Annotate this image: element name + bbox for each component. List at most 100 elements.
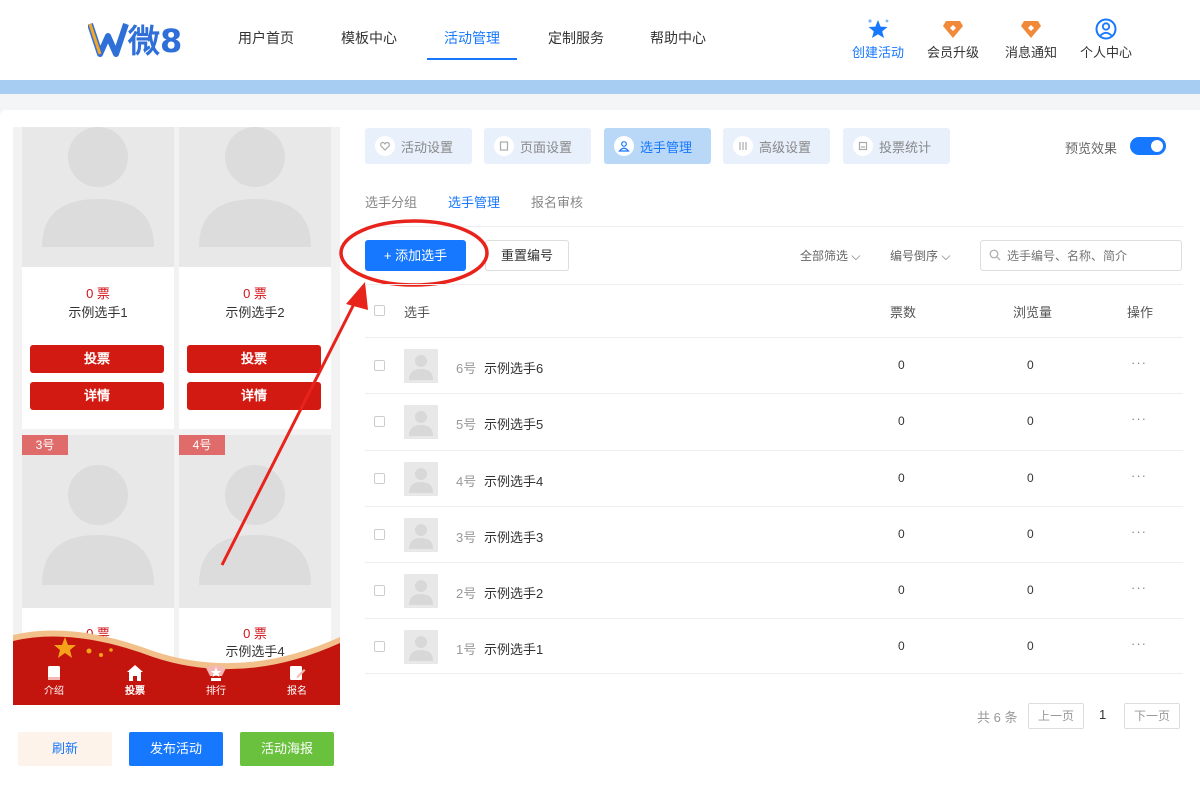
footer-tab-intro[interactable]: 介绍 — [24, 664, 84, 697]
nav-help-center[interactable]: 帮助中心 — [650, 28, 706, 48]
sort-order-label: 编号倒序 — [890, 249, 939, 263]
vote-button[interactable]: 投票 — [30, 345, 164, 373]
filter-all-dropdown[interactable]: 全部筛选 ⌵ — [800, 247, 860, 264]
player-number: 3号 — [456, 530, 477, 545]
subtab-player-management[interactable]: 选手管理 — [448, 192, 500, 211]
personal-center-button[interactable]: 个人中心 — [1071, 18, 1141, 61]
vote-count: 0 票 — [86, 286, 110, 301]
create-activity-button[interactable]: 创建活动 — [843, 18, 913, 61]
highlight-circle-annotation — [339, 219, 489, 287]
player-number: 2号 — [456, 586, 477, 601]
table-row: 2号 示例选手2 0 0 ··· — [365, 562, 1183, 618]
person-silhouette-icon — [42, 127, 154, 247]
nav-activity-management[interactable]: 活动管理 — [444, 28, 500, 48]
table-row: 6号 示例选手6 0 0 ··· — [365, 337, 1183, 393]
more-actions-button[interactable]: ··· — [1131, 411, 1147, 426]
person-silhouette-icon — [199, 465, 311, 585]
player-thumbnail — [404, 349, 438, 383]
publish-activity-button[interactable]: 发布活动 — [129, 732, 223, 766]
row-checkbox[interactable] — [374, 641, 385, 652]
preview-effect-toggle[interactable] — [1130, 137, 1166, 155]
tab-label: 选手管理 — [640, 139, 693, 155]
person-silhouette-icon — [409, 411, 433, 436]
player-name: 示例选手2 — [484, 586, 544, 601]
player-thumbnail — [404, 462, 438, 496]
nav-template-center[interactable]: 模板中心 — [341, 28, 397, 48]
chevron-down-icon: ⌵ — [941, 249, 951, 263]
person-silhouette-icon — [409, 580, 433, 605]
person-silhouette-icon — [409, 355, 433, 380]
subtab-player-groups[interactable]: 选手分组 — [365, 192, 417, 211]
view-count: 0 — [1027, 583, 1034, 597]
tab-vote-statistics[interactable]: 投票统计 — [843, 128, 950, 164]
view-count: 0 — [1027, 471, 1034, 485]
avatar-placeholder — [179, 127, 331, 267]
person-silhouette-icon — [409, 524, 433, 549]
footer-label: 介绍 — [44, 686, 64, 697]
current-page[interactable]: 1 — [1099, 707, 1106, 722]
tab-page-settings[interactable]: 页面设置 — [484, 128, 591, 164]
book-icon — [48, 666, 60, 680]
tab-player-management[interactable]: 选手管理 — [604, 128, 711, 164]
table-row: 3号 示例选手3 0 0 ··· — [365, 506, 1183, 562]
vote-button[interactable]: 投票 — [187, 345, 321, 373]
next-page-button[interactable]: 下一页 — [1124, 703, 1180, 729]
vote-count: 0 — [898, 583, 905, 597]
table-row: 5号 示例选手5 0 0 ··· — [365, 393, 1183, 449]
player-search-input[interactable] — [980, 240, 1182, 271]
personal-center-label: 个人中心 — [1079, 45, 1132, 60]
player-name: 示例选手1 — [68, 305, 128, 320]
tab-label: 活动设置 — [401, 139, 454, 155]
player-thumbnail — [404, 405, 438, 439]
preview-card-2[interactable]: 0 票 示例选手2 投票 详情 — [179, 127, 331, 429]
table-row: 1号 示例选手1 0 0 ··· — [365, 618, 1183, 674]
user-icon — [614, 136, 634, 156]
refresh-button[interactable]: 刷新 — [18, 732, 112, 766]
footer-tab-vote[interactable]: 投票 — [105, 664, 165, 697]
detail-button[interactable]: 详情 — [30, 382, 164, 410]
tab-label: 页面设置 — [520, 139, 573, 155]
message-notice-button[interactable]: 消息通知 — [996, 18, 1066, 61]
tab-advanced-settings[interactable]: 高级设置 — [723, 128, 830, 164]
sort-order-dropdown[interactable]: 编号倒序 ⌵ — [890, 247, 950, 264]
footer-tab-signup[interactable]: 报名 — [267, 664, 327, 697]
preview-card-1[interactable]: 0 票 示例选手1 投票 详情 — [22, 127, 174, 429]
tab-label: 高级设置 — [759, 139, 812, 155]
more-actions-button[interactable]: ··· — [1131, 580, 1147, 595]
more-actions-button[interactable]: ··· — [1131, 355, 1147, 370]
row-checkbox[interactable] — [374, 529, 385, 540]
row-checkbox[interactable] — [374, 473, 385, 484]
page-icon — [494, 136, 514, 156]
avatar-placeholder — [22, 127, 174, 267]
logo: 微8 — [88, 22, 182, 60]
more-actions-button[interactable]: ··· — [1131, 524, 1147, 539]
nav-user-home[interactable]: 用户首页 — [238, 28, 294, 48]
player-thumbnail — [404, 574, 438, 608]
person-silhouette-icon — [199, 127, 311, 247]
detail-button[interactable]: 详情 — [187, 382, 321, 410]
trophy-icon — [206, 665, 226, 681]
reset-numbering-button[interactable]: 重置编号 — [485, 240, 569, 271]
member-upgrade-button[interactable]: 会员升级 — [918, 18, 988, 61]
prev-page-button[interactable]: 上一页 — [1028, 703, 1084, 729]
footer-tab-ranking[interactable]: 排行 — [186, 664, 246, 697]
tab-activity-settings[interactable]: 活动设置 — [365, 128, 472, 164]
player-name: 示例选手4 — [484, 474, 544, 489]
player-number: 1号 — [456, 642, 477, 657]
nav-custom-service[interactable]: 定制服务 — [548, 28, 604, 48]
footer-label: 排行 — [206, 686, 226, 697]
select-all-checkbox[interactable] — [374, 305, 385, 316]
home-icon — [127, 665, 143, 681]
row-checkbox[interactable] — [374, 360, 385, 371]
player-number: 5号 — [456, 417, 477, 432]
more-actions-button[interactable]: ··· — [1131, 468, 1147, 483]
user-icon — [1095, 18, 1117, 40]
diamond-icon — [943, 21, 963, 38]
row-checkbox[interactable] — [374, 585, 385, 596]
subtab-signup-review[interactable]: 报名审核 — [531, 192, 583, 211]
view-count: 0 — [1027, 414, 1034, 428]
edit-form-icon — [290, 666, 306, 680]
row-checkbox[interactable] — [374, 416, 385, 427]
more-actions-button[interactable]: ··· — [1131, 636, 1147, 651]
activity-poster-button[interactable]: 活动海报 — [240, 732, 334, 766]
